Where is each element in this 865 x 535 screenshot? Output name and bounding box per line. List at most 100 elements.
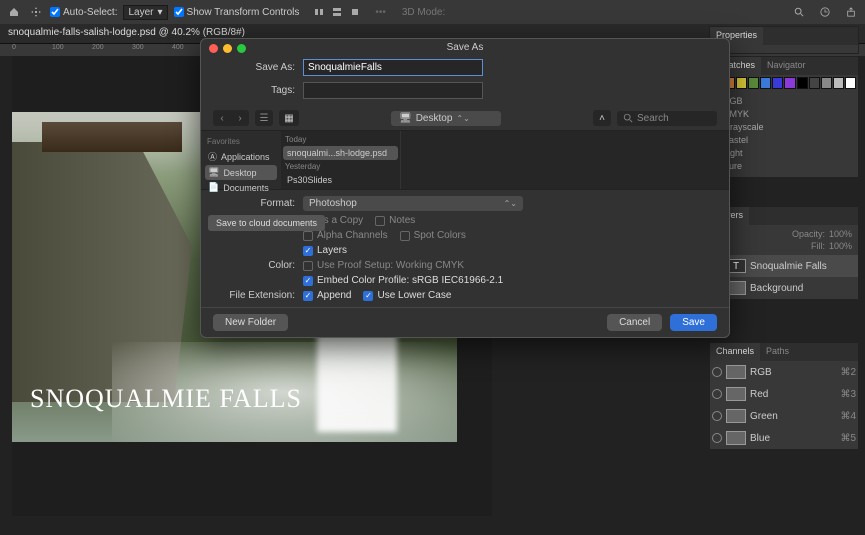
swatch[interactable] bbox=[772, 77, 783, 89]
file-extension-label: File Extension: bbox=[213, 290, 303, 301]
minimize-icon[interactable] bbox=[223, 44, 232, 53]
file-preview-column bbox=[401, 131, 729, 189]
search-icon[interactable] bbox=[791, 4, 807, 20]
auto-select-mode-dropdown[interactable]: Layer▾ bbox=[123, 5, 167, 20]
append-checkbox[interactable]: ✓Append bbox=[303, 290, 351, 301]
proof-setup-checkbox[interactable]: Use Proof Setup: Working CMYK bbox=[303, 260, 464, 271]
filename-input[interactable] bbox=[303, 59, 483, 76]
layer-name: Background bbox=[750, 283, 803, 294]
auto-select-checkbox[interactable]: Auto-Select: bbox=[50, 7, 117, 18]
swatch-group[interactable]: ▸ CMYK bbox=[716, 108, 852, 121]
sidebar-item-desktop[interactable]: 🖥Desktop bbox=[205, 165, 277, 180]
close-icon[interactable] bbox=[209, 44, 218, 53]
save-as-label: Save As: bbox=[213, 62, 303, 73]
dialog-titlebar[interactable]: Save As bbox=[201, 39, 729, 56]
dialog-footer: New Folder Cancel Save bbox=[201, 307, 729, 337]
align-icon[interactable] bbox=[329, 4, 345, 20]
layer-row[interactable]: TSnoqualmie Falls bbox=[710, 255, 858, 277]
swatch-group[interactable]: ▸ Pure bbox=[716, 160, 852, 173]
view-mode-buttons[interactable]: ☰ bbox=[255, 110, 273, 126]
tags-label: Tags: bbox=[213, 85, 303, 96]
save-as-dialog: Save As Save As: Tags: ‹ › ☰ ▦ 🖥 Desktop… bbox=[200, 38, 730, 338]
swatch-group[interactable]: ▸ RGB bbox=[716, 95, 852, 108]
opacity-label: Opacity: bbox=[792, 229, 825, 239]
fill-label: Fill: bbox=[811, 241, 825, 251]
file-group-yesterday: Yesterday bbox=[283, 160, 398, 173]
file-group-today: Today bbox=[283, 133, 398, 146]
swatch-group[interactable]: ▸ Grayscale bbox=[716, 121, 852, 134]
file-item[interactable]: snoqualmi...sh-lodge.psd bbox=[283, 146, 398, 160]
share-icon[interactable] bbox=[843, 4, 859, 20]
show-transform-checkbox[interactable]: Show Transform Controls bbox=[174, 7, 300, 18]
fill-value[interactable]: 100% bbox=[829, 241, 852, 251]
list-view-icon[interactable]: ☰ bbox=[255, 110, 273, 126]
visibility-icon[interactable] bbox=[712, 411, 722, 421]
sidebar-item-applications[interactable]: ⒶApplications bbox=[205, 148, 277, 165]
swatch[interactable] bbox=[797, 77, 808, 89]
notes-checkbox[interactable]: Notes bbox=[375, 215, 415, 226]
channel-thumb bbox=[726, 409, 746, 423]
history-icon[interactable] bbox=[817, 4, 833, 20]
align-icon[interactable] bbox=[311, 4, 327, 20]
swatch[interactable] bbox=[736, 77, 747, 89]
tags-input[interactable] bbox=[303, 82, 483, 99]
layer-row[interactable]: Background bbox=[710, 277, 858, 299]
back-icon[interactable]: ‹ bbox=[213, 110, 231, 126]
layer-name: Snoqualmie Falls bbox=[750, 261, 827, 272]
file-item[interactable]: Ps30Slides bbox=[283, 173, 398, 187]
desktop-icon: 🖥 bbox=[208, 167, 219, 178]
alpha-channels-checkbox[interactable]: Alpha Channels bbox=[303, 230, 388, 241]
collapse-icon[interactable]: ˄ bbox=[593, 110, 611, 126]
location-dropdown[interactable]: 🖥 Desktop ⌃⌄ bbox=[391, 111, 501, 126]
tab-paths[interactable]: Paths bbox=[760, 343, 795, 361]
save-button[interactable]: Save bbox=[670, 314, 717, 331]
visibility-icon[interactable] bbox=[712, 389, 722, 399]
channel-shortcut: ⌘4 bbox=[840, 411, 856, 422]
channel-row[interactable]: Red⌘3 bbox=[710, 383, 858, 405]
cancel-button[interactable]: Cancel bbox=[607, 314, 662, 331]
canvas-text-layer[interactable]: SNOQUALMIE FALLS bbox=[30, 384, 302, 414]
spot-colors-checkbox[interactable]: Spot Colors bbox=[400, 230, 466, 241]
align-icon[interactable] bbox=[347, 4, 363, 20]
file-list: Today snoqualmi...sh-lodge.psd Yesterday… bbox=[281, 131, 729, 189]
forward-icon[interactable]: › bbox=[231, 110, 249, 126]
format-dropdown[interactable]: Photoshop⌃⌄ bbox=[303, 196, 523, 211]
channel-row[interactable]: Green⌘4 bbox=[710, 405, 858, 427]
search-input[interactable]: Search bbox=[617, 111, 717, 126]
chevron-updown-icon: ⌃⌄ bbox=[456, 114, 469, 123]
lower-case-checkbox[interactable]: ✓Use Lower Case bbox=[363, 290, 451, 301]
layers-checkbox[interactable]: ✓Layers bbox=[303, 245, 347, 256]
channel-row[interactable]: Blue⌘5 bbox=[710, 427, 858, 449]
embed-profile-checkbox[interactable]: ✓Embed Color Profile: sRGB IEC61966-2.1 bbox=[303, 275, 503, 286]
tab-navigator[interactable]: Navigator bbox=[761, 57, 812, 75]
swatch-group[interactable]: ▸ Pastel bbox=[716, 134, 852, 147]
swatch[interactable] bbox=[784, 77, 795, 89]
new-folder-button[interactable]: New Folder bbox=[213, 314, 288, 331]
back-forward-buttons[interactable]: ‹ › bbox=[213, 110, 249, 126]
swatch[interactable] bbox=[760, 77, 771, 89]
save-cloud-button[interactable]: Save to cloud documents bbox=[208, 215, 325, 231]
tab-channels[interactable]: Channels bbox=[710, 343, 760, 361]
more-icon[interactable]: ••• bbox=[375, 7, 386, 18]
zoom-icon[interactable] bbox=[237, 44, 246, 53]
channels-panel: Channels Paths RGB⌘2Red⌘3Green⌘4Blue⌘5 bbox=[709, 342, 859, 450]
layers-panel: Layers Opacity: 100% Fill: 100% TSnoqual… bbox=[709, 206, 859, 300]
channel-row[interactable]: RGB⌘2 bbox=[710, 361, 858, 383]
options-bar: Auto-Select: Layer▾ Show Transform Contr… bbox=[0, 0, 865, 24]
move-tool-icon[interactable] bbox=[28, 4, 44, 20]
swatch-group[interactable]: ▸ Light bbox=[716, 147, 852, 160]
swatch[interactable] bbox=[821, 77, 832, 89]
opacity-value[interactable]: 100% bbox=[829, 229, 852, 239]
chevron-down-icon: ▾ bbox=[158, 7, 163, 18]
desktop-icon: 🖥 bbox=[399, 113, 412, 124]
search-icon bbox=[623, 113, 633, 123]
group-icon[interactable]: ▦ bbox=[279, 110, 299, 126]
window-traffic-lights[interactable] bbox=[209, 44, 246, 53]
swatch[interactable] bbox=[748, 77, 759, 89]
swatch[interactable] bbox=[845, 77, 856, 89]
home-icon[interactable] bbox=[6, 4, 22, 20]
visibility-icon[interactable] bbox=[712, 367, 722, 377]
swatch[interactable] bbox=[809, 77, 820, 89]
visibility-icon[interactable] bbox=[712, 433, 722, 443]
swatch[interactable] bbox=[833, 77, 844, 89]
